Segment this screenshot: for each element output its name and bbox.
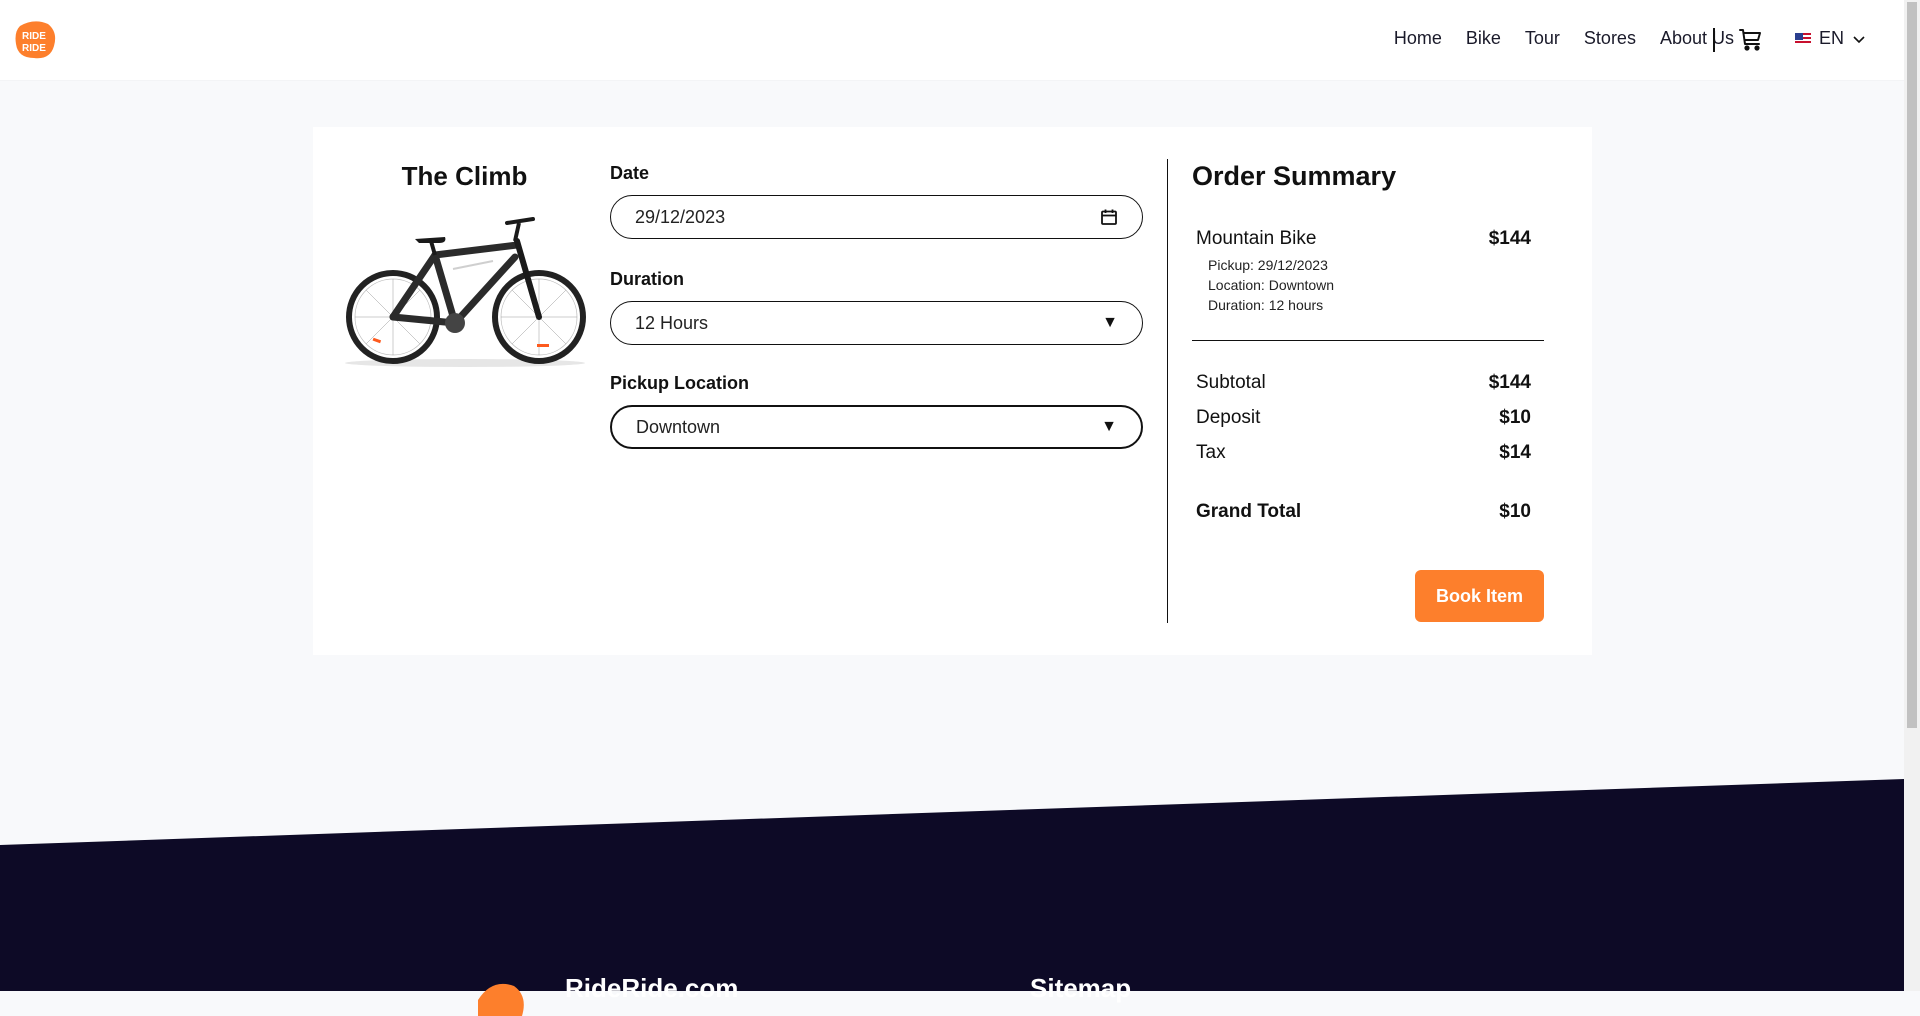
product-title: The Climb: [401, 161, 528, 191]
duration-select[interactable]: 12 Hours ▼: [610, 301, 1143, 345]
nav-about-us[interactable]: About Us: [1660, 28, 1734, 49]
nav-tour[interactable]: Tour: [1525, 28, 1560, 49]
rideride-logo[interactable]: RIDE RIDE: [14, 20, 56, 60]
us-flag-icon: [1795, 32, 1811, 45]
cart-icon[interactable]: [1738, 26, 1764, 52]
item-price: $144: [1488, 228, 1531, 249]
nav-home[interactable]: Home: [1394, 28, 1442, 49]
grand-total-value: $10: [1499, 501, 1531, 522]
item-duration-detail: Duration: 12 hours: [1208, 297, 1324, 313]
duration-label: Duration: [610, 269, 684, 289]
item-pickup-detail: Pickup: 29/12/2023: [1208, 257, 1328, 273]
subtotal-label: Subtotal: [1196, 372, 1266, 393]
summary-divider: [1167, 159, 1168, 623]
logo-text-bottom: RIDE: [22, 43, 46, 54]
date-value: 29/12/2023: [635, 206, 726, 227]
footer-brand: RideRide.com: [565, 973, 739, 1003]
nav-bike[interactable]: Bike: [1466, 28, 1501, 49]
deposit-value: $10: [1499, 407, 1531, 428]
scrollbar-thumb[interactable]: [1907, 2, 1917, 728]
footer-sitemap-heading: Sitemap: [1030, 973, 1132, 1003]
grand-total-row: Grand Total $10: [1196, 501, 1531, 523]
main-nav: Home Bike Tour Stores About Us: [1394, 28, 1734, 49]
date-input[interactable]: 29/12/2023: [610, 195, 1143, 239]
grand-total-label: Grand Total: [1196, 501, 1302, 522]
subtotal-value: $144: [1488, 372, 1531, 393]
pickup-location-label: Pickup Location: [610, 373, 750, 393]
summary-item-row: Mountain Bike $144: [1196, 228, 1531, 250]
duration-value: 12 Hours: [635, 312, 709, 333]
nav-stores[interactable]: Stores: [1584, 28, 1636, 49]
booking-card: The Climb Date 29/12/2023 Duration 12 Ho…: [313, 127, 1592, 655]
caret-down-icon: ▼: [1102, 314, 1118, 331]
tax-value: $14: [1499, 442, 1531, 463]
pickup-location-value: Downtown: [636, 416, 721, 437]
calendar-icon[interactable]: [1100, 208, 1118, 226]
site-header: RIDE RIDE Home Bike Tour Stores About Us…: [0, 0, 1904, 80]
item-name: Mountain Bike: [1196, 228, 1317, 249]
deposit-label: Deposit: [1196, 407, 1261, 428]
tax-label: Tax: [1196, 442, 1226, 463]
caret-down-icon: ▼: [1101, 418, 1117, 435]
language-selector[interactable]: EN: [1795, 28, 1866, 49]
order-summary-title: Order Summary: [1192, 161, 1397, 191]
pickup-location-select[interactable]: Downtown ▼: [610, 405, 1143, 449]
tax-row: Tax $14: [1196, 442, 1531, 464]
summary-separator: [1192, 340, 1544, 341]
logo-text-top: RIDE: [22, 31, 46, 42]
date-label: Date: [610, 163, 650, 183]
item-location-detail: Location: Downtown: [1208, 277, 1335, 293]
footer-logo-icon: [478, 983, 524, 1016]
chevron-down-icon: [1853, 35, 1865, 43]
book-item-button[interactable]: Book Item: [1415, 570, 1544, 622]
language-label: EN: [1819, 28, 1845, 48]
footer-background: [0, 779, 1904, 991]
page-scrollbar[interactable]: [1904, 0, 1920, 991]
mountain-bike-image: [345, 217, 586, 367]
deposit-row: Deposit $10: [1196, 407, 1531, 429]
subtotal-row: Subtotal $144: [1196, 372, 1531, 394]
nav-divider: [1713, 28, 1715, 52]
